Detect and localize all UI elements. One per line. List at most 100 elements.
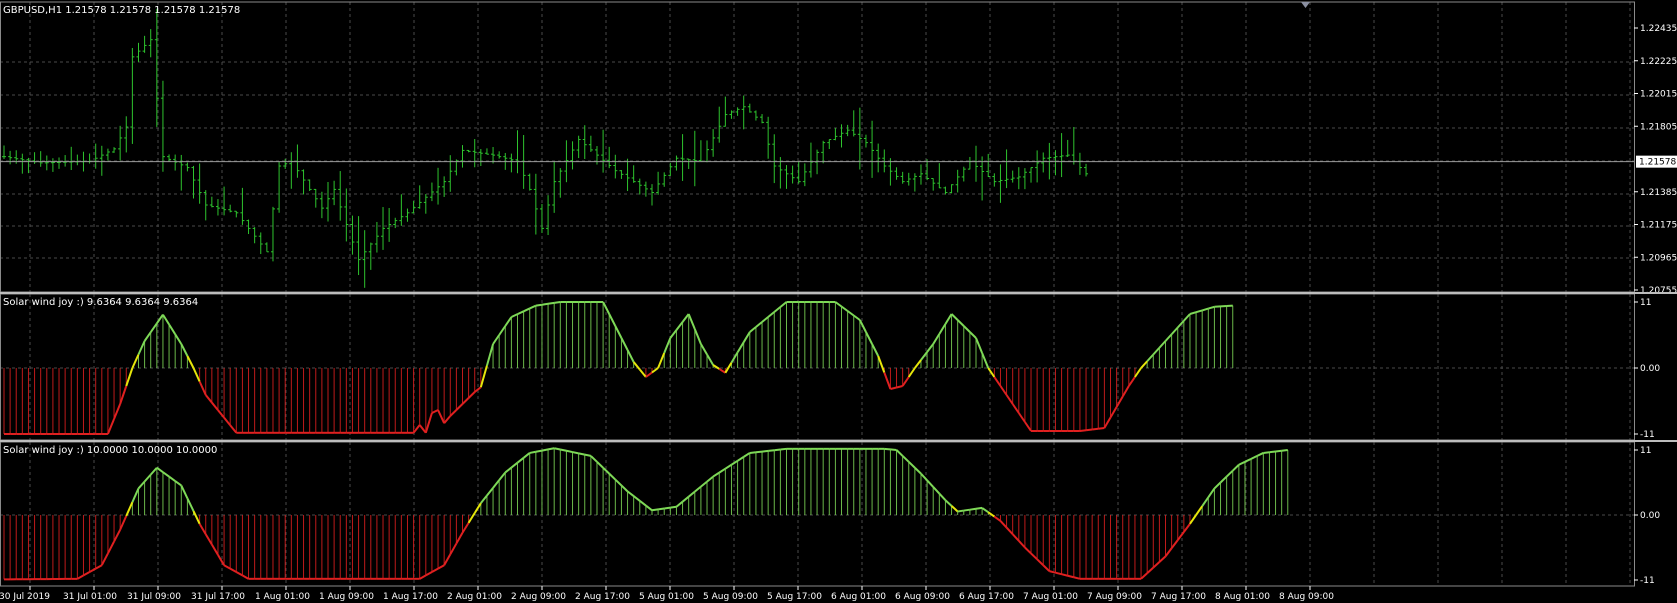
indicator-2-line-segment xyxy=(1176,531,1185,541)
indicator-1-line-segment xyxy=(742,331,751,343)
indicator-1-line-segment xyxy=(730,351,739,364)
price-tick-label: 1.22015 xyxy=(1640,90,1677,100)
indicator-2-line-segment xyxy=(461,522,470,534)
indicator-1-line-segment xyxy=(608,313,617,327)
indicator-1-line-segment xyxy=(529,304,537,310)
indicator-1-line-segment xyxy=(926,343,935,353)
time-tick-label: 6 Aug 09:00 xyxy=(895,592,950,602)
indicator-2-tick-label: 11 xyxy=(1640,446,1651,456)
time-tick-label: 31 Jul 17:00 xyxy=(191,592,245,602)
indicator-1-line-segment xyxy=(693,328,702,345)
indicator-2-line-segment xyxy=(645,504,653,512)
indicator-2-line-segment xyxy=(749,451,757,454)
indicator-1-line-segment xyxy=(907,367,916,378)
indicator-2-line-segment xyxy=(82,571,91,577)
indicator-2-line-segment xyxy=(1146,566,1154,574)
indicator-1-line-segment xyxy=(192,367,201,382)
indicator-1-line-segment xyxy=(963,325,971,333)
indicator-2-line-segment xyxy=(620,484,629,493)
indicator-2-line-segment xyxy=(107,541,115,554)
indicator-2-line-segment xyxy=(553,447,561,451)
indicator-2-line-segment xyxy=(768,449,775,452)
indicator-1-line-segment xyxy=(749,326,757,333)
indicator-1-line-segment xyxy=(773,306,782,313)
indicator-1-line-segment xyxy=(638,368,647,378)
indicator-1-line-segment xyxy=(1140,360,1148,369)
indicator-2-line-segment xyxy=(694,485,702,493)
indicator-1-line-segment xyxy=(1170,326,1179,335)
indicator-2-line-segment xyxy=(724,463,733,470)
time-tick-label: 5 Aug 01:00 xyxy=(639,592,694,602)
indicator-1-line-segment xyxy=(914,359,922,369)
indicator-2-line-segment xyxy=(1152,561,1161,569)
indicator-1-line-segment xyxy=(1109,406,1118,419)
indicator-2-line-segment xyxy=(1061,573,1068,577)
indicator-1-line-segment xyxy=(663,337,672,354)
indicator-2-line-segment xyxy=(1011,533,1020,542)
indicator-2-line-segment xyxy=(1238,460,1246,466)
indicator-2-line-segment xyxy=(1275,449,1282,453)
indicator-2-line-segment xyxy=(1036,558,1044,566)
indicator-1-line-segment xyxy=(1017,412,1026,423)
indicator-1-line-segment xyxy=(137,340,146,355)
indicator-1-line-segment xyxy=(523,307,531,313)
indicator-2-line-segment xyxy=(419,574,427,580)
indicator-2-line-segment xyxy=(890,448,897,451)
indicator-1-line-segment xyxy=(761,316,769,323)
indicator-2-line-segment xyxy=(1164,547,1173,557)
indicator-2-line-segment xyxy=(192,510,201,525)
indicator-2-line-segment xyxy=(504,466,513,474)
indicator-1-line-segment xyxy=(651,367,659,374)
indicator-2-line-segment xyxy=(932,486,941,495)
time-tick-label: 31 Jul 09:00 xyxy=(127,592,181,602)
indicator-2-line-segment xyxy=(670,505,677,509)
indicator-1-line-segment xyxy=(1189,311,1197,315)
indicator-2-line-segment xyxy=(560,448,567,452)
indicator-2-line-segment xyxy=(681,495,690,503)
price-tick-label: 1.22225 xyxy=(1640,57,1677,67)
indicator-2-line-segment xyxy=(639,500,647,507)
indicator-1-line-segment xyxy=(938,323,947,335)
indicator-1-line-segment xyxy=(535,303,543,307)
indicator-2-line-segment xyxy=(1049,570,1056,574)
indicator-1-line-segment xyxy=(504,316,513,327)
indicator-1-line-segment xyxy=(1005,394,1014,405)
indicator-2-line-segment xyxy=(486,487,494,497)
indicator-2-line-segment xyxy=(541,448,549,452)
indicator-1-line-segment xyxy=(149,322,158,333)
indicator-1-line-segment xyxy=(1208,305,1215,310)
indicator-1-line-segment xyxy=(987,367,996,378)
indicator-2-line-segment xyxy=(437,564,445,570)
indicator-2-line-segment xyxy=(1219,475,1228,484)
indicator-2-line-segment xyxy=(174,480,182,487)
indicator-1-line-segment xyxy=(1158,340,1167,349)
indicator-2-line-segment xyxy=(737,456,745,462)
price-tick-label: 1.20755 xyxy=(1640,286,1677,296)
indicator-2-line-segment xyxy=(1018,540,1026,549)
indicator-2-line-segment xyxy=(1073,576,1081,580)
time-tick-label: 8 Aug 01:00 xyxy=(1215,592,1270,602)
indicator-1-line-segment xyxy=(168,323,177,335)
indicator-1-tick-label: 11 xyxy=(1640,298,1651,308)
indicator-1-line-segment xyxy=(840,305,849,312)
indicator-2-line-segment xyxy=(584,453,592,457)
indicator-2-line-segment xyxy=(516,457,525,464)
indicator-2-line-segment xyxy=(884,447,891,451)
indicator-2-line-segment xyxy=(1263,451,1270,454)
indicator-2-line-segment xyxy=(1183,523,1191,533)
indicator-2-line-segment xyxy=(774,448,781,452)
indicator-1-line-segment xyxy=(143,331,152,342)
indicator-1-line-segment xyxy=(944,313,953,325)
chart-canvas: 1.22435 1.22225 1.22015 1.21805 1.21385 1.211… xyxy=(0,1,1677,602)
indicator-1-line-segment xyxy=(993,376,1002,387)
time-tick-label: 2 Aug 09:00 xyxy=(511,592,566,602)
indicator-1-line-segment xyxy=(901,376,910,387)
indicator-2-line-segment xyxy=(131,488,140,503)
indicator-1-line-segment xyxy=(687,313,696,330)
time-tick-label: 7 Aug 17:00 xyxy=(1151,592,1206,602)
indicator-1-line-segment xyxy=(461,397,470,405)
indicator-1-line-segment xyxy=(681,313,690,323)
indicator-2-line-segment xyxy=(217,554,225,566)
indicator-1-line-segment xyxy=(932,333,941,345)
indicator-1-line-segment xyxy=(186,355,195,369)
